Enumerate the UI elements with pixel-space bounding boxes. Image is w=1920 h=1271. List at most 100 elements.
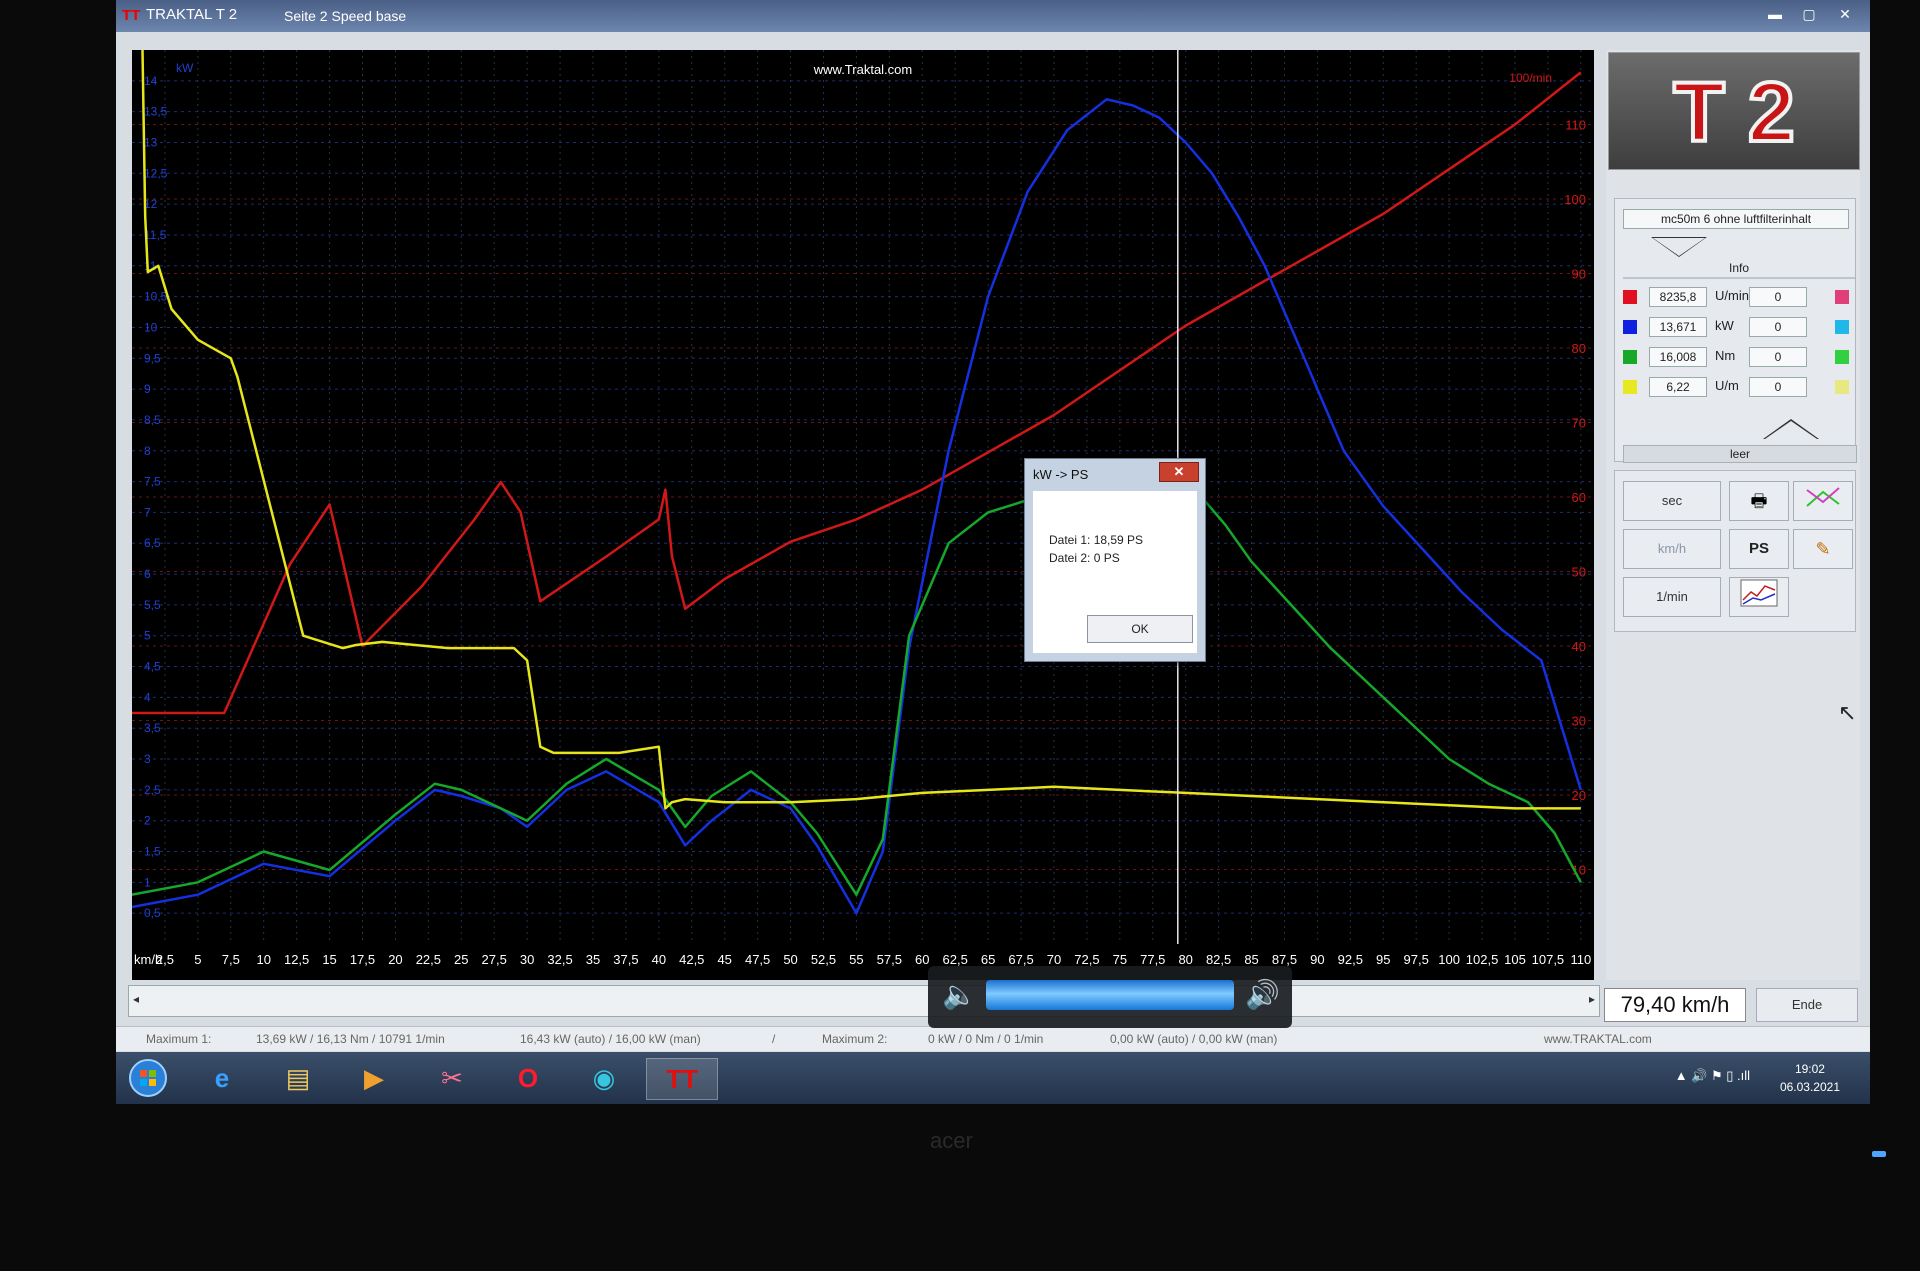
left-tick-label: 7,5 <box>144 475 161 489</box>
curve-tool-icon[interactable] <box>1793 481 1853 521</box>
clock-time: 19:02 <box>1794 1062 1825 1076</box>
rpm-color-swatch <box>1623 290 1637 304</box>
left-tick-label: 13,5 <box>144 105 168 119</box>
value-row-um: 6,22 U/m 0 <box>1623 377 1855 397</box>
minimize-button[interactable]: ▬ <box>1760 4 1790 24</box>
dialog-line-2: Datei 2: 0 PS <box>1049 551 1120 565</box>
left-tick-label: 8,5 <box>144 413 161 427</box>
scroll-down-triangle-icon[interactable] <box>1651 237 1707 257</box>
rpm-value-2: 0 <box>1749 287 1807 307</box>
right-tick-label: 90 <box>1572 267 1586 282</box>
x-tick-label: 20 <box>388 952 402 967</box>
x-tick-label: 15 <box>322 952 336 967</box>
left-tick-label: 2 <box>144 814 151 828</box>
scroll-up-triangle-icon[interactable] <box>1763 419 1819 439</box>
left-tick-label: 0,5 <box>144 906 161 920</box>
start-orb-icon[interactable] <box>122 1058 174 1098</box>
rpm-value: 8235,8 <box>1649 287 1707 307</box>
left-tick-label: 3 <box>144 752 151 766</box>
x-tick-label: 65 <box>981 952 995 967</box>
nm-unit: Nm <box>1715 348 1736 363</box>
value-row-kw: 13,671 kW 0 <box>1623 317 1855 337</box>
rpm-unit: U/min <box>1715 288 1749 303</box>
volume-bar[interactable] <box>986 980 1234 1010</box>
x-tick-label: 25 <box>454 952 468 967</box>
snipping-tool-icon[interactable]: ✂ <box>426 1058 478 1098</box>
monitor-bezel: TT TRAKTAL T 2 Seite 2 Speed base ▬ ▢ ✕ … <box>0 0 1920 1271</box>
x-tick-label: 17,5 <box>350 952 375 967</box>
x-tick-label: 60 <box>915 952 929 967</box>
monitor-brand-label: acer <box>930 1128 973 1153</box>
clock[interactable]: 19:02 06.03.2021 <box>1780 1060 1840 1096</box>
scroll-left-arrow-icon[interactable]: ◂ <box>133 992 139 1006</box>
x-tick-label: 107,5 <box>1532 952 1565 967</box>
left-tick-label: 10 <box>144 320 158 334</box>
left-tick-label: 1 <box>144 875 151 889</box>
left-tick-label: 6 <box>144 567 151 581</box>
x-tick-label: 30 <box>520 952 534 967</box>
x-tick-label: 35 <box>586 952 600 967</box>
left-tick-label: 5 <box>144 629 151 643</box>
x-axis-label: km/h <box>134 952 162 967</box>
app-title: TRAKTAL T 2 <box>146 6 238 23</box>
opera-browser-icon[interactable]: O <box>502 1058 554 1098</box>
traktal-taskbar-icon[interactable]: TT <box>646 1058 718 1100</box>
close-button[interactable]: ✕ <box>1830 4 1860 24</box>
page-title: Seite 2 Speed base <box>284 8 407 24</box>
mouse-cursor-icon: ↖ <box>1838 700 1857 725</box>
value-row-nm: 16,008 Nm 0 <box>1623 347 1855 367</box>
speaker-high-icon[interactable]: 🔊 <box>1245 978 1280 1011</box>
graph-view-icon[interactable] <box>1729 577 1789 617</box>
internet-explorer-icon[interactable]: e <box>196 1058 248 1098</box>
nm-value-2: 0 <box>1749 347 1807 367</box>
x-tick-label: 110 <box>1570 952 1591 967</box>
x-tick-label: 82,5 <box>1206 952 1231 967</box>
horizontal-scrollbar[interactable]: ◂ ▸ <box>128 985 1600 1017</box>
ende-button[interactable]: Ende <box>1756 988 1858 1022</box>
rpm-axis-button[interactable]: 1/min <box>1623 577 1721 617</box>
chart-area[interactable]: www.Traktal.com 0,5 1 1,5 2 2,5 3 3,5 4 4,5 5 5,5 6 6… <box>132 50 1594 980</box>
x-tick-label: 70 <box>1047 952 1061 967</box>
x-tick-label: 52,5 <box>811 952 836 967</box>
left-tick-label: 1,5 <box>144 845 161 859</box>
right-tick-label: 40 <box>1572 639 1586 654</box>
left-tick-label: 9 <box>144 382 151 396</box>
um-color-swatch-2 <box>1835 380 1849 394</box>
kmh-button[interactable]: km/h <box>1623 529 1721 569</box>
scroll-right-arrow-icon[interactable]: ▸ <box>1589 992 1595 1006</box>
status-bar: Maximum 1: 13,69 kW / 16,13 Nm / 10791 1… <box>116 1026 1870 1051</box>
system-tray-icons[interactable]: ▲ 🔊 ⚑ ▯ .ıll <box>1675 1068 1750 1084</box>
right-tick-label: 50 <box>1572 565 1586 580</box>
x-tick-label: 5 <box>194 952 201 967</box>
magic-wand-icon[interactable]: ✎ <box>1793 529 1853 569</box>
ps-button[interactable]: PS <box>1729 529 1789 569</box>
x-tick-label: 72,5 <box>1074 952 1099 967</box>
sec-button[interactable]: sec <box>1623 481 1721 521</box>
x-tick-label: 7,5 <box>222 952 240 967</box>
media-player-icon[interactable]: ▶ <box>348 1058 400 1098</box>
speaker-low-icon[interactable]: 🔈 <box>942 978 977 1011</box>
left-tick-label: 12,5 <box>144 166 168 180</box>
x-tick-label: 40 <box>652 952 666 967</box>
left-tick-label: 8 <box>144 444 151 458</box>
file-name-field[interactable]: mc50m 6 ohne luftfilterinhalt <box>1623 209 1849 229</box>
x-tick-label: 102,5 <box>1466 952 1499 967</box>
leer-field[interactable]: leer <box>1623 445 1857 463</box>
x-tick-label: 27,5 <box>482 952 507 967</box>
info-label[interactable]: Info <box>1623 259 1855 279</box>
speed-readout: 79,40 km/h <box>1604 988 1746 1022</box>
kw-value-2: 0 <box>1749 317 1807 337</box>
x-tick-label: 80 <box>1178 952 1192 967</box>
um-value: 6,22 <box>1649 377 1707 397</box>
maximize-button[interactable]: ▢ <box>1794 4 1824 24</box>
dialog-ok-button[interactable]: OK <box>1087 615 1193 643</box>
print-icon[interactable]: 🖶 <box>1729 481 1789 521</box>
edge-browser-icon[interactable]: ◉ <box>578 1058 630 1098</box>
file-explorer-icon[interactable]: ▤ <box>272 1058 324 1098</box>
t2-logo: T 2 <box>1608 52 1860 170</box>
x-tick-label: 100 <box>1438 952 1460 967</box>
left-tick-label: 6,5 <box>144 536 161 550</box>
taskbar: e ▤ ▶ ✂ O ◉ TT ▲ 🔊 ⚑ ▯ .ıll 19:02 06.03.… <box>116 1052 1870 1104</box>
dialog-close-button[interactable]: ✕ <box>1159 462 1199 482</box>
x-tick-label: 22,5 <box>416 952 441 967</box>
